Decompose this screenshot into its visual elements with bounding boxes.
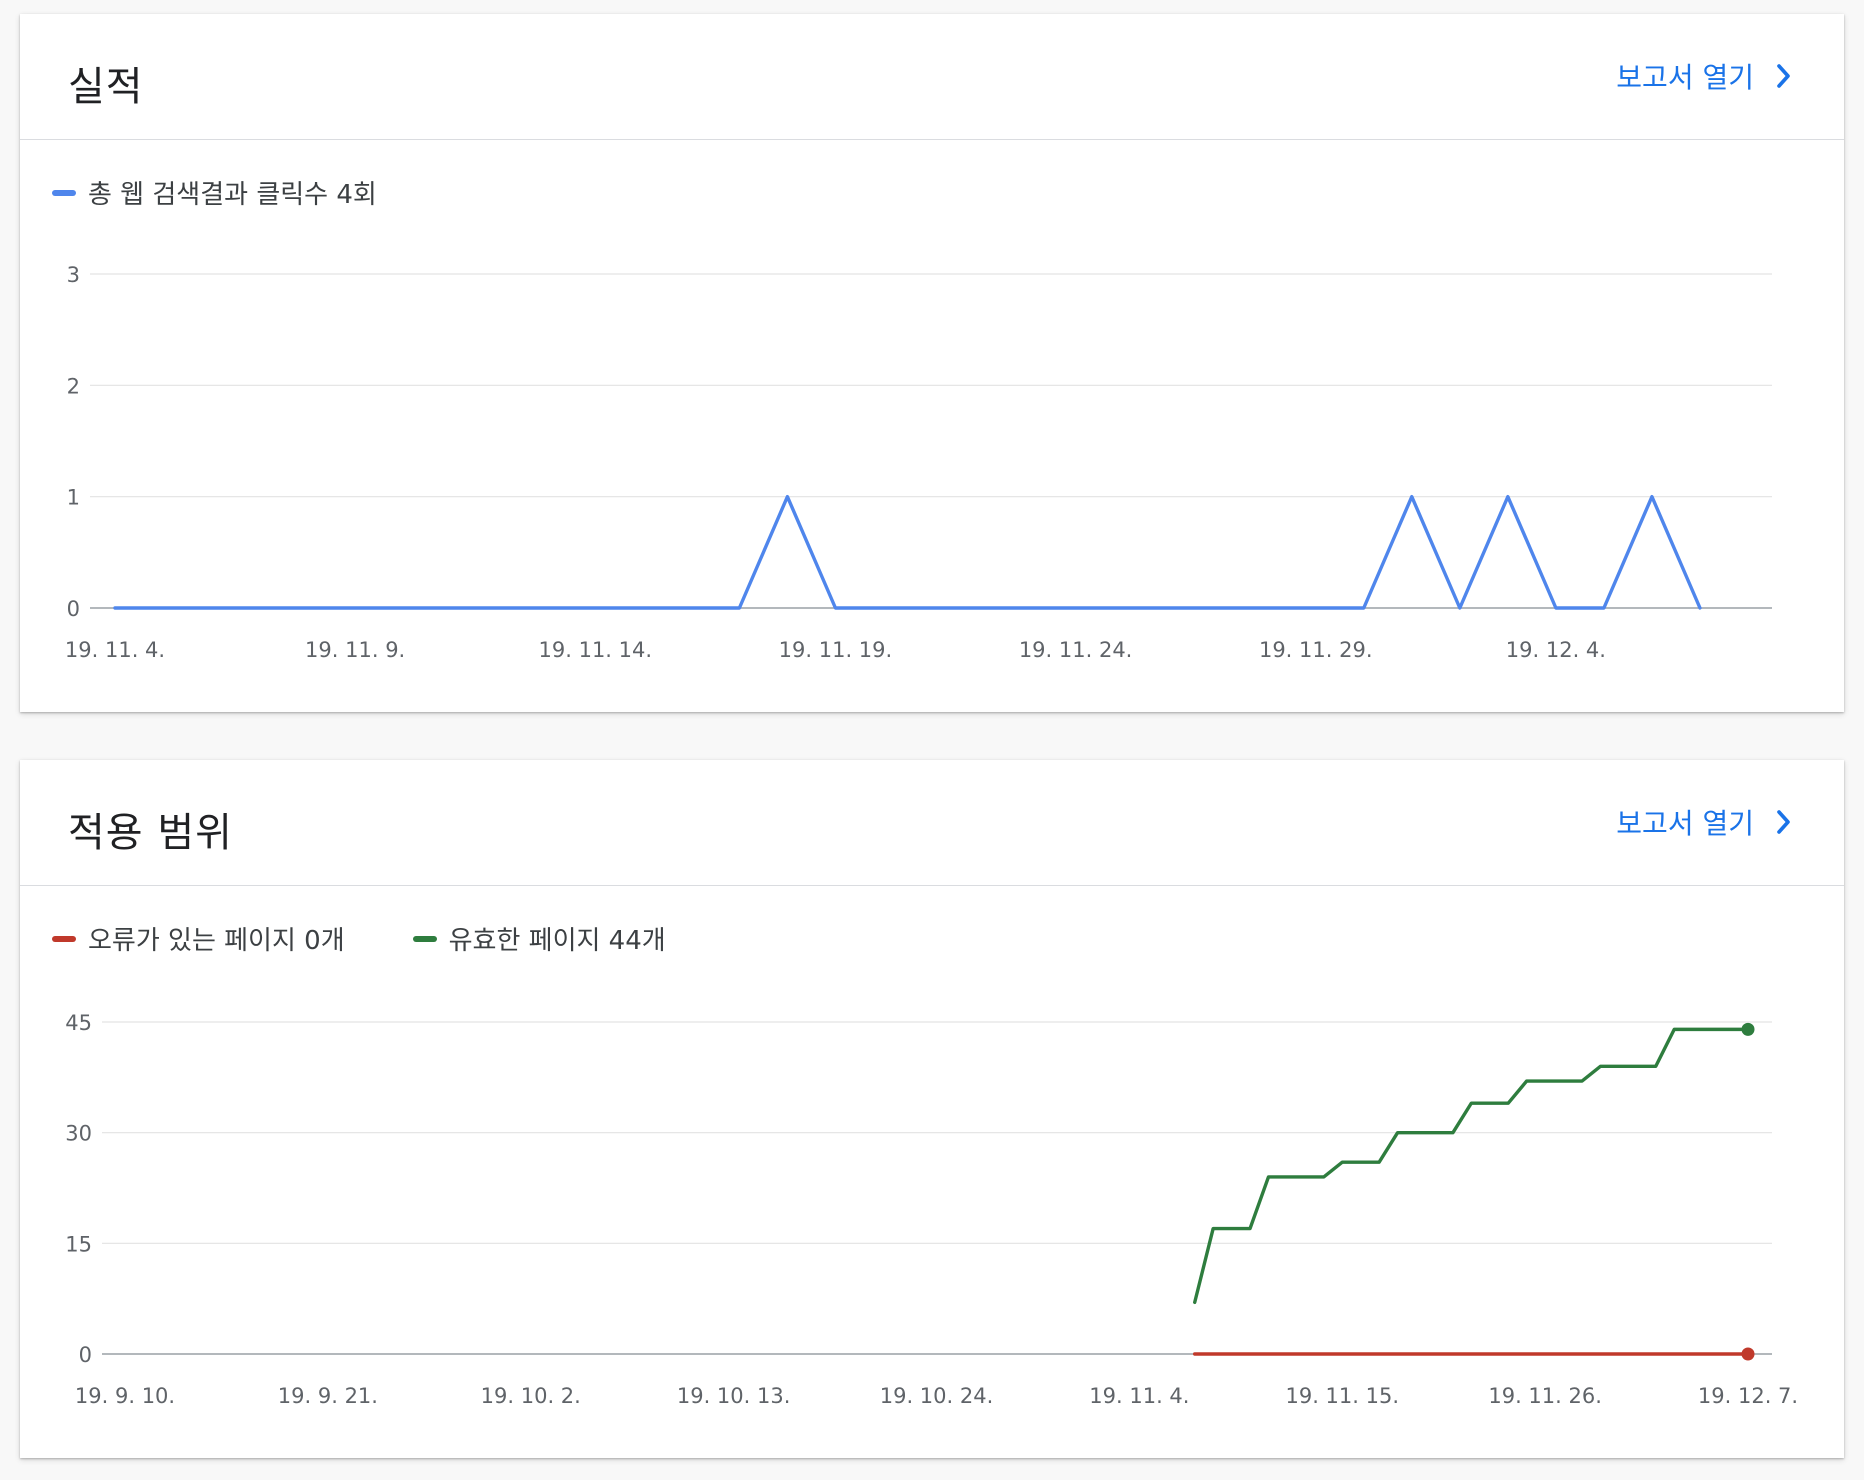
x-tick-label: 19. 11. 4. [65, 638, 165, 662]
x-tick-label: 19. 12. 4. [1506, 638, 1606, 662]
coverage-card: 적용 범위 보고서 열기 오류가 있는 페이지 0개 유효한 페이지 44개 0… [20, 760, 1844, 1458]
end-point-error-pages [1741, 1347, 1755, 1361]
x-tick-label: 19. 11. 4. [1089, 1384, 1189, 1408]
y-tick-label: 2 [67, 374, 80, 398]
x-tick-label: 19. 9. 10. [75, 1384, 175, 1408]
x-tick-label: 19. 12. 7. [1698, 1384, 1798, 1408]
y-tick-label: 45 [65, 1011, 92, 1035]
y-tick-label: 0 [67, 597, 80, 621]
performance-card: 실적 보고서 열기 총 웹 검색결과 클릭수 4회 0 1 2 3 19. 11. 4.… [20, 14, 1844, 712]
x-tick-label: 19. 10. 24. [880, 1384, 994, 1408]
x-tick-label: 19. 11. 29. [1259, 638, 1373, 662]
x-tick-label: 19. 9. 21. [278, 1384, 378, 1408]
performance-chart: 0 1 2 3 19. 11. 4. 19. 11. 9. 19. 11. 14. 19. 1… [65, 263, 1772, 662]
x-tick-label: 19. 10. 2. [481, 1384, 581, 1408]
x-tick-label: 19. 11. 26. [1488, 1384, 1602, 1408]
end-point-valid-pages [1741, 1022, 1755, 1036]
x-tick-label: 19. 11. 19. [779, 638, 893, 662]
x-tick-label: 19. 11. 15. [1285, 1384, 1399, 1408]
coverage-chart: 0 15 30 45 19. 9. 10. 19. 9. 21. 19. 10. 2. 19.… [65, 1011, 1798, 1408]
y-tick-label: 15 [65, 1232, 92, 1256]
series-line-clicks [113, 494, 1702, 610]
x-tick-label: 19. 11. 14. [539, 638, 653, 662]
y-tick-label: 1 [67, 486, 80, 510]
x-tick-label: 19. 11. 24. [1019, 638, 1133, 662]
series-line-valid-pages [1193, 1027, 1750, 1305]
x-tick-label: 19. 10. 13. [677, 1384, 791, 1408]
y-tick-label: 30 [65, 1122, 92, 1146]
y-tick-label: 3 [67, 263, 80, 287]
x-tick-label: 19. 11. 9. [305, 638, 405, 662]
y-tick-label: 0 [79, 1343, 92, 1367]
